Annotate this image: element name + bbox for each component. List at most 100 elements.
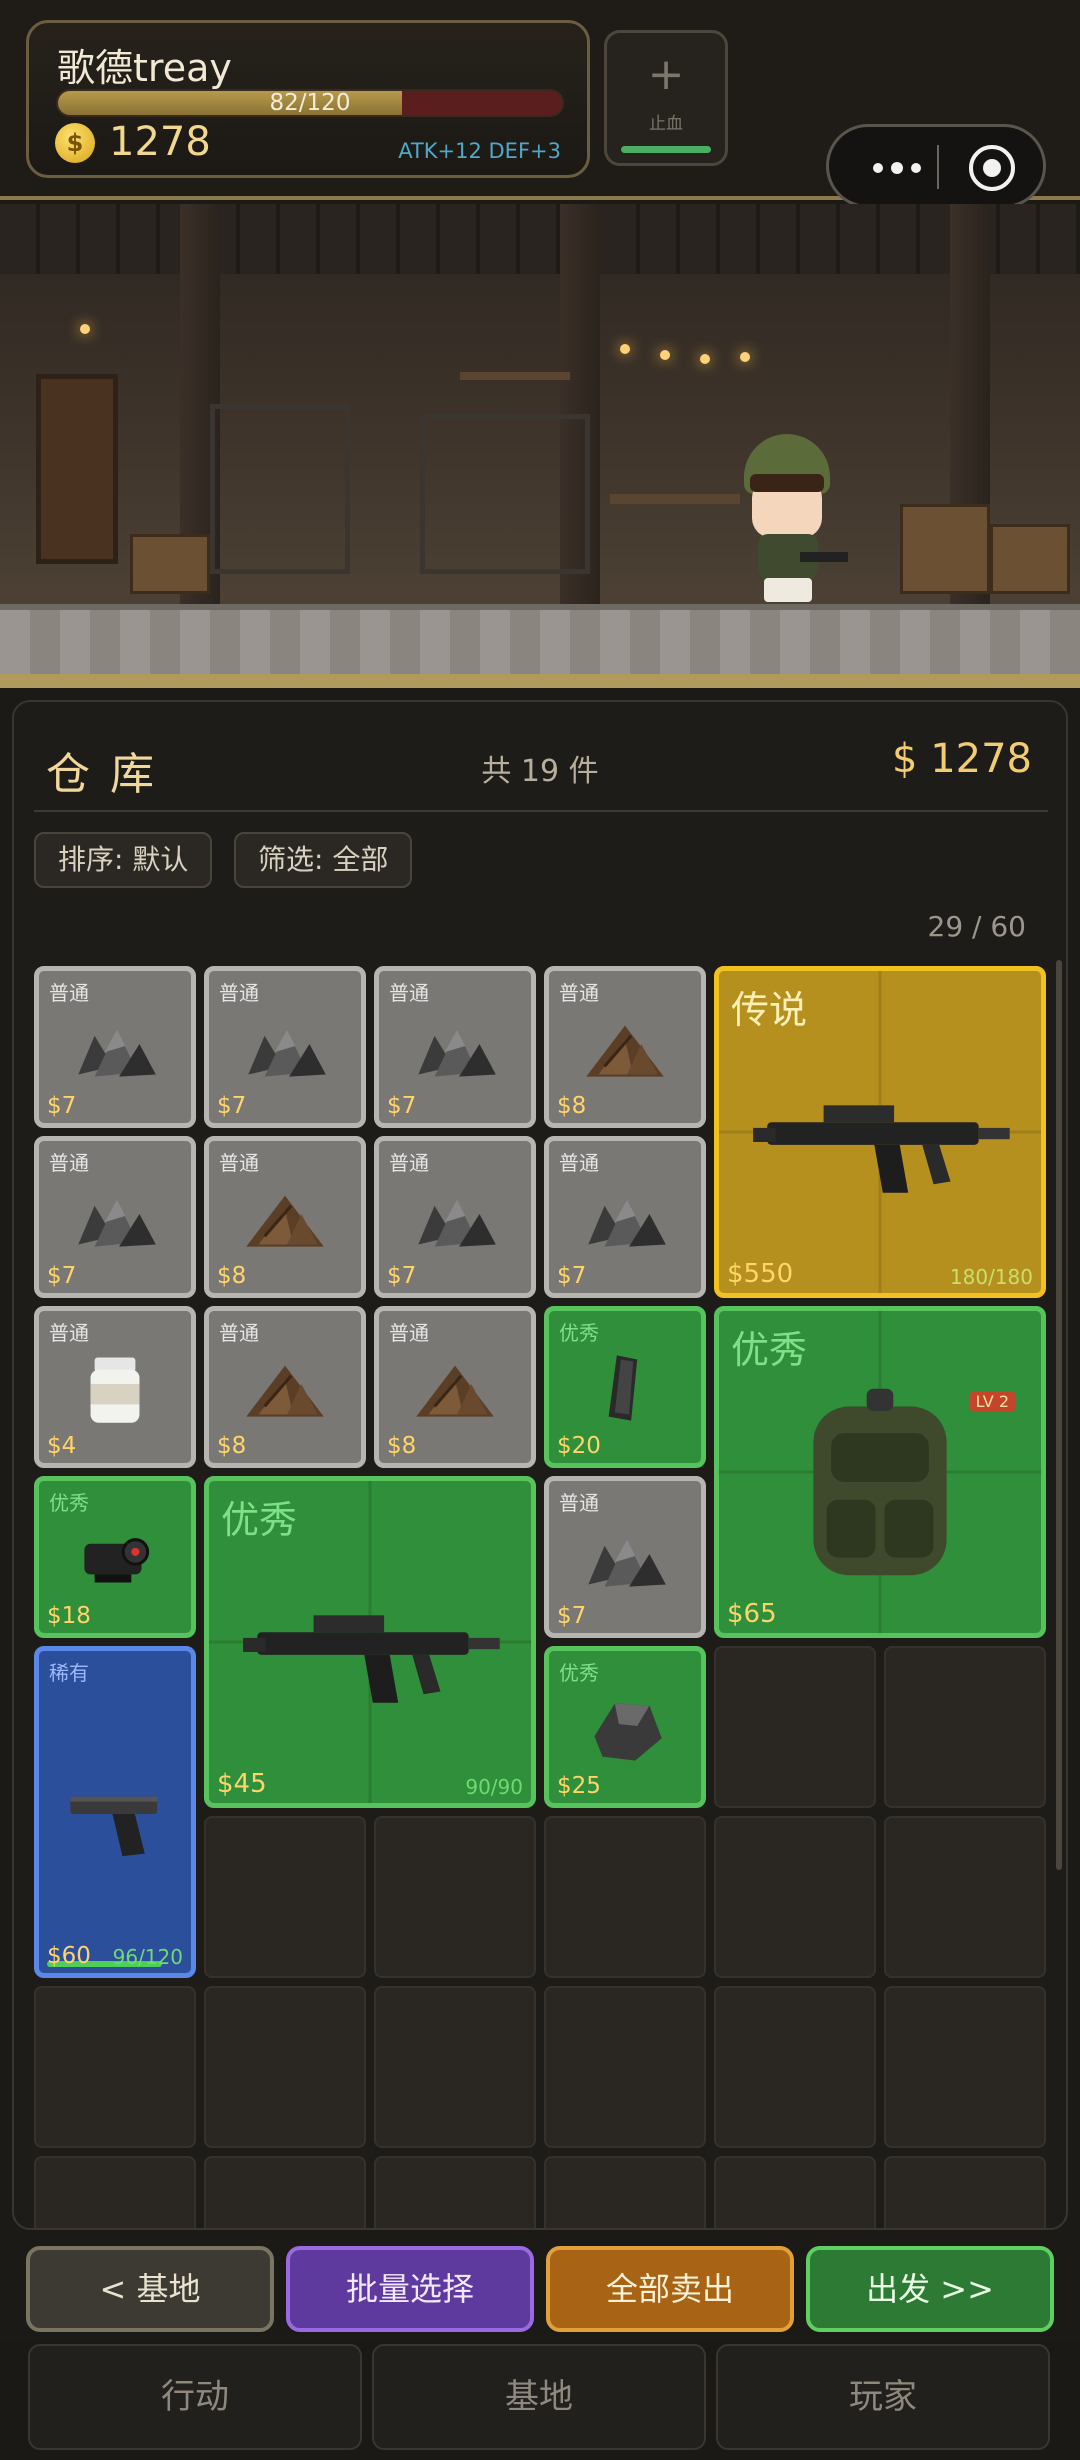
item-durability: 90/90: [465, 1775, 523, 1799]
ceiling-grate: [0, 204, 1080, 274]
item-price: $65: [727, 1599, 777, 1629]
player-character: [740, 434, 850, 604]
inventory-item-legend-smg[interactable]: 传说 $550 180/180: [714, 966, 1046, 1298]
empty-slot[interactable]: [884, 1986, 1046, 2148]
inventory-item-ore-scrap[interactable]: 普通 $7: [544, 1476, 706, 1638]
item-rarity: 优秀: [731, 1328, 808, 1372]
inventory-item-backpack[interactable]: 优秀 $65 LV 2: [714, 1306, 1046, 1638]
empty-slot[interactable]: [884, 1646, 1046, 1808]
depart-button[interactable]: 出发 >>: [806, 2246, 1054, 2332]
nav-tab-base[interactable]: 基地: [372, 2344, 706, 2450]
inventory-item-magazine[interactable]: 优秀 $20: [544, 1306, 706, 1468]
item-price: $4: [47, 1433, 77, 1459]
item-price: $25: [557, 1773, 601, 1799]
item-rarity: 普通: [219, 1321, 259, 1345]
nav-tab-player[interactable]: 玩家: [716, 2344, 1050, 2450]
empty-slot[interactable]: [204, 1986, 366, 2148]
desk: [610, 494, 740, 504]
inventory-item-ore-scrap[interactable]: 普通 $7: [34, 1136, 196, 1298]
inventory-item-ore-scrap[interactable]: 普通 $7: [204, 966, 366, 1128]
empty-slot[interactable]: [714, 1646, 876, 1808]
empty-slot[interactable]: [714, 1986, 876, 2148]
item-price: $18: [47, 1603, 91, 1629]
empty-slot[interactable]: [544, 1816, 706, 1978]
item-rarity: 普通: [49, 1321, 89, 1345]
item-price: $8: [387, 1433, 417, 1459]
nav-tab-action[interactable]: 行动: [28, 2344, 362, 2450]
capsule-divider: [937, 145, 939, 189]
inventory-item-excellent-smg[interactable]: 优秀 $45 90/90: [204, 1476, 536, 1808]
back-to-base-button[interactable]: < 基地: [26, 2246, 274, 2332]
empty-slot[interactable]: [374, 2156, 536, 2228]
player-card: 歌德treay 82/120 $ 1278 ATK+12 DEF+3: [26, 20, 590, 178]
empty-slot[interactable]: [544, 1986, 706, 2148]
hp-text: 82/120: [269, 90, 351, 116]
more-icon[interactable]: [861, 147, 931, 187]
item-rarity: 稀有: [49, 1661, 89, 1685]
empty-slot[interactable]: [884, 2156, 1046, 2228]
item-price: $8: [557, 1093, 587, 1119]
empty-slot[interactable]: [204, 2156, 366, 2228]
sort-button[interactable]: 排序: 默认: [34, 832, 213, 888]
heal-button[interactable]: + 止血: [604, 30, 728, 166]
bunker-scene: [0, 204, 1080, 688]
player-name: 歌德treay: [57, 46, 232, 90]
item-price: $7: [217, 1093, 247, 1119]
inventory-item-wood-scrap[interactable]: 普通 $8: [204, 1306, 366, 1468]
coin-icon: $: [55, 123, 95, 163]
empty-slot[interactable]: [884, 1816, 1046, 1978]
supply-crate: [130, 534, 210, 594]
batch-select-button[interactable]: 批量选择: [286, 2246, 534, 2332]
item-price: $7: [47, 1263, 77, 1289]
bunker-door: [36, 374, 118, 564]
item-rarity: 优秀: [559, 1661, 599, 1685]
item-price: $7: [387, 1093, 417, 1119]
wall-shelf: [460, 372, 570, 380]
item-price: $7: [47, 1093, 77, 1119]
item-rarity: 普通: [389, 1321, 429, 1345]
capacity-count: 29 / 60: [927, 910, 1027, 943]
inventory-item-red-dot-sight[interactable]: 优秀 $18: [34, 1476, 196, 1638]
empty-slot[interactable]: [204, 1816, 366, 1978]
item-rarity: 优秀: [49, 1491, 89, 1515]
empty-slot[interactable]: [544, 2156, 706, 2228]
filter-button[interactable]: 筛选: 全部: [234, 832, 413, 888]
wall-lamp-icon: [80, 324, 90, 334]
scrollbar[interactable]: [1056, 960, 1062, 1870]
inventory-item-metal-ore[interactable]: 优秀 $25: [544, 1646, 706, 1808]
close-target-icon[interactable]: [969, 145, 1015, 191]
supply-crate: [900, 504, 990, 594]
item-price: $7: [557, 1263, 587, 1289]
inventory-item-ore-scrap[interactable]: 普通 $7: [544, 1136, 706, 1298]
miniprogram-capsule: [826, 124, 1046, 208]
empty-slot[interactable]: [34, 2156, 196, 2228]
inventory-item-wood-scrap[interactable]: 普通 $8: [544, 966, 706, 1128]
string-light-icon: [740, 352, 750, 362]
item-price: $60: [47, 1943, 91, 1969]
inventory-item-wood-scrap[interactable]: 普通 $8: [374, 1306, 536, 1468]
bunk-bed: [210, 404, 350, 574]
inventory-item-ore-scrap[interactable]: 普通 $7: [374, 966, 536, 1128]
empty-slot[interactable]: [374, 1986, 536, 2148]
inventory-item-rare-pistol[interactable]: 稀有 $60 96/120: [34, 1646, 196, 1978]
inventory-item-ore-scrap[interactable]: 普通 $7: [34, 966, 196, 1128]
empty-slot[interactable]: [714, 1816, 876, 1978]
empty-slot[interactable]: [714, 2156, 876, 2228]
item-price: $7: [387, 1263, 417, 1289]
inventory-item-wood-scrap[interactable]: 普通 $8: [204, 1136, 366, 1298]
bunk-bed: [420, 414, 590, 574]
item-rarity: 普通: [389, 1151, 429, 1175]
player-stats: ATK+12 DEF+3: [398, 139, 561, 163]
action-bar: < 基地 批量选择 全部卖出 出发 >>: [0, 2230, 1080, 2340]
item-rarity: 优秀: [559, 1321, 599, 1345]
empty-slot[interactable]: [34, 1986, 196, 2148]
inventory-item-painkillers[interactable]: 普通 $4: [34, 1306, 196, 1468]
item-durability: 180/180: [949, 1265, 1033, 1289]
sell-all-button[interactable]: 全部卖出: [546, 2246, 794, 2332]
item-rarity: 传说: [731, 988, 808, 1032]
inventory-item-ore-scrap[interactable]: 普通 $7: [374, 1136, 536, 1298]
item-price: $8: [217, 1433, 247, 1459]
heal-cooldown-bar: [621, 146, 711, 153]
heal-label: 止血: [649, 114, 683, 134]
empty-slot[interactable]: [374, 1816, 536, 1978]
